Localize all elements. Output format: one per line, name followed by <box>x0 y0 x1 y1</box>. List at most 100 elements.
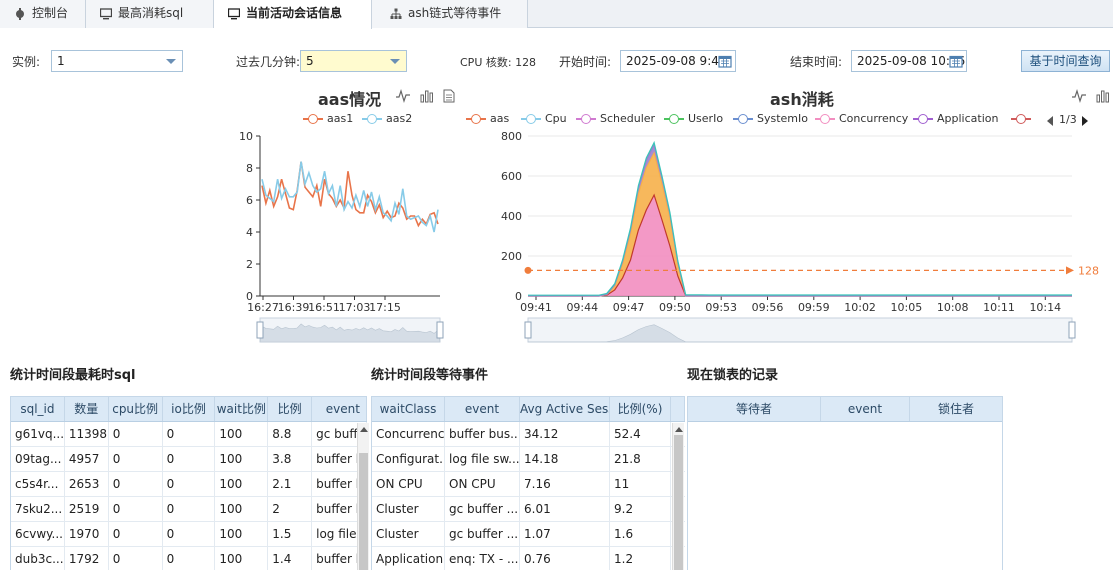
column-header[interactable]: sql_id <box>11 397 65 421</box>
legend-cpu[interactable]: Cpu <box>521 112 567 125</box>
y-tick-label: 10 <box>239 130 253 143</box>
tab-console[interactable]: 控制台 <box>0 0 86 28</box>
x-tick-label: 09:44 <box>566 301 598 314</box>
table-row[interactable]: Application enq: TX - ... 0.76 1.2 <box>372 547 685 570</box>
table-cell: Cluster <box>372 522 445 546</box>
datazoom-handle[interactable] <box>524 321 532 339</box>
area-cpu[interactable] <box>528 142 1072 296</box>
column-header[interactable]: event <box>445 397 520 421</box>
legend-marker-icon <box>733 114 753 124</box>
column-header[interactable]: waitClass <box>372 397 445 421</box>
legend-c[interactable]: C <box>1011 112 1041 125</box>
legend-marker-icon <box>1011 114 1031 124</box>
area-application[interactable] <box>528 153 1072 296</box>
legend-aas1[interactable]: aas1 <box>303 112 353 125</box>
table-row[interactable]: Concurrency buffer bus... 34.12 52.4 <box>372 422 685 447</box>
data-view-icon[interactable] <box>443 89 455 103</box>
bar-chart-icon[interactable] <box>420 89 434 103</box>
legend-systemio[interactable]: SystemIo <box>733 112 808 125</box>
table-header: sql_id 数量 cpu比例 io比例 wait比例 比例 event <box>11 396 367 422</box>
legend-userio[interactable]: UserIo <box>664 112 723 125</box>
scroll-thumb[interactable] <box>674 435 683 570</box>
datazoom-handle[interactable] <box>256 321 264 339</box>
table-row[interactable]: ON CPU ON CPU 7.16 11 <box>372 472 685 497</box>
line-chart-icon[interactable] <box>1071 89 1087 103</box>
calendar-icon[interactable] <box>718 54 732 68</box>
wait-table-scrollbar[interactable] <box>672 423 684 570</box>
time-query-button[interactable]: 基于时间查询 <box>1021 50 1110 72</box>
datazoom-handle[interactable] <box>436 321 444 339</box>
bar-chart-icon[interactable] <box>1096 89 1110 103</box>
end-time-input[interactable]: 2025-09-08 10:16 <box>851 50 967 72</box>
table-row[interactable]: Configurat... log file sw... 14.18 21.8 <box>372 447 685 472</box>
table-cell: 1.5 <box>268 522 313 546</box>
line-chart-icon[interactable] <box>395 89 411 103</box>
table-cell: 6cvwy... <box>11 522 65 546</box>
scroll-thumb[interactable] <box>359 453 368 570</box>
tab-ash-chain[interactable]: ash链式等待事件 <box>372 0 528 28</box>
table-cell: 4957 <box>65 447 109 471</box>
legend-marker-icon <box>466 114 486 124</box>
sql-table-scrollbar[interactable] <box>357 423 369 570</box>
table-row[interactable]: c5s4r... 2653 0 0 100 2.1 buffer b <box>11 472 367 497</box>
table-row[interactable]: Cluster gc buffer ... 1.07 1.6 <box>372 522 685 547</box>
legend-scheduler[interactable]: Scheduler <box>576 112 655 125</box>
column-header[interactable]: wait比例 <box>215 397 269 421</box>
table-row[interactable]: 7sku2... 2519 0 0 100 2 buffer b <box>11 497 367 522</box>
column-header[interactable]: cpu比例 <box>109 397 163 421</box>
area-concurrency[interactable] <box>528 195 1072 296</box>
datazoom-slider[interactable] <box>527 317 1073 343</box>
table-cell: 0 <box>163 422 216 446</box>
column-header[interactable]: io比例 <box>163 397 216 421</box>
minutes-select[interactable]: 5 <box>300 50 407 72</box>
x-tick-label: 16:51 <box>308 301 340 314</box>
scroll-up-icon[interactable] <box>360 427 368 432</box>
table-row[interactable]: dub3c... 1792 0 0 100 1.4 buffer b <box>11 547 367 570</box>
x-tick-label: 09:59 <box>798 301 830 314</box>
start-time-input[interactable]: 2025-09-08 9:41: <box>620 50 736 72</box>
table-cell: ON CPU <box>372 472 445 496</box>
table-cell: 11 <box>610 472 671 496</box>
aas-line-chart[interactable]: 024681016:2716:3916:5117:0317:15 <box>228 126 448 348</box>
table-cell: log file sw... <box>445 447 520 471</box>
column-header[interactable]: 比例(%) <box>610 397 671 421</box>
table-cell: 2.1 <box>268 472 313 496</box>
legend-concurrency[interactable]: Concurrency <box>815 112 908 125</box>
y-tick-label: 200 <box>501 250 522 263</box>
column-header[interactable]: 数量 <box>65 397 109 421</box>
legend-aas2[interactable]: aas2 <box>362 112 412 125</box>
end-time-label: 结束时间: <box>790 55 843 69</box>
instance-select[interactable]: 1 <box>51 50 183 72</box>
markline-start-dot <box>524 266 532 274</box>
column-header[interactable]: event <box>312 397 367 421</box>
table-row[interactable]: Cluster gc buffer ... 6.01 9.2 <box>372 497 685 522</box>
tab-bar: 控制台 最高消耗sql 当前活动会话信息 ash链式等待事件 <box>0 0 1113 29</box>
table-row[interactable]: g61vq... 11398 0 0 100 8.8 gc buffe <box>11 422 367 447</box>
ash-area-chart[interactable]: 020040060080009:41 09:44 09:47 09:50 09:53 09… <box>490 126 1100 348</box>
column-header[interactable]: 等待者 <box>688 397 821 421</box>
table-row[interactable]: 6cvwy... 1970 0 0 100 1.5 log file s <box>11 522 367 547</box>
table-cell: Concurrency <box>372 422 445 446</box>
area-systemio[interactable] <box>528 145 1072 296</box>
series-line-aas2[interactable] <box>261 161 439 233</box>
calendar-icon[interactable] <box>949 54 963 68</box>
column-header[interactable]: Avg Active Sess <box>520 397 610 421</box>
table-cell: 0 <box>109 522 163 546</box>
chevron-down-icon <box>166 59 176 64</box>
legend-aas[interactable]: aas <box>466 112 509 125</box>
markline-label: 128 <box>1078 264 1099 277</box>
table-cell: 34.12 <box>520 422 610 446</box>
legend-application[interactable]: Application <box>913 112 998 125</box>
scroll-up-icon[interactable] <box>675 427 683 432</box>
table-cell: 0 <box>109 422 163 446</box>
network-icon <box>390 8 402 19</box>
column-header[interactable]: 锁住者 <box>910 397 1002 421</box>
table-cell: 8.8 <box>268 422 313 446</box>
table-row[interactable]: 09tag... 4957 0 0 100 3.8 buffer b <box>11 447 367 472</box>
tab-top-sql[interactable]: 最高消耗sql <box>86 0 214 28</box>
table-cell: gc buffer ... <box>445 497 520 521</box>
column-header[interactable]: event <box>821 397 910 421</box>
column-header[interactable]: 比例 <box>268 397 313 421</box>
tab-active-sessions[interactable]: 当前活动会话信息 <box>214 0 372 29</box>
datazoom-handle[interactable] <box>1068 321 1076 339</box>
